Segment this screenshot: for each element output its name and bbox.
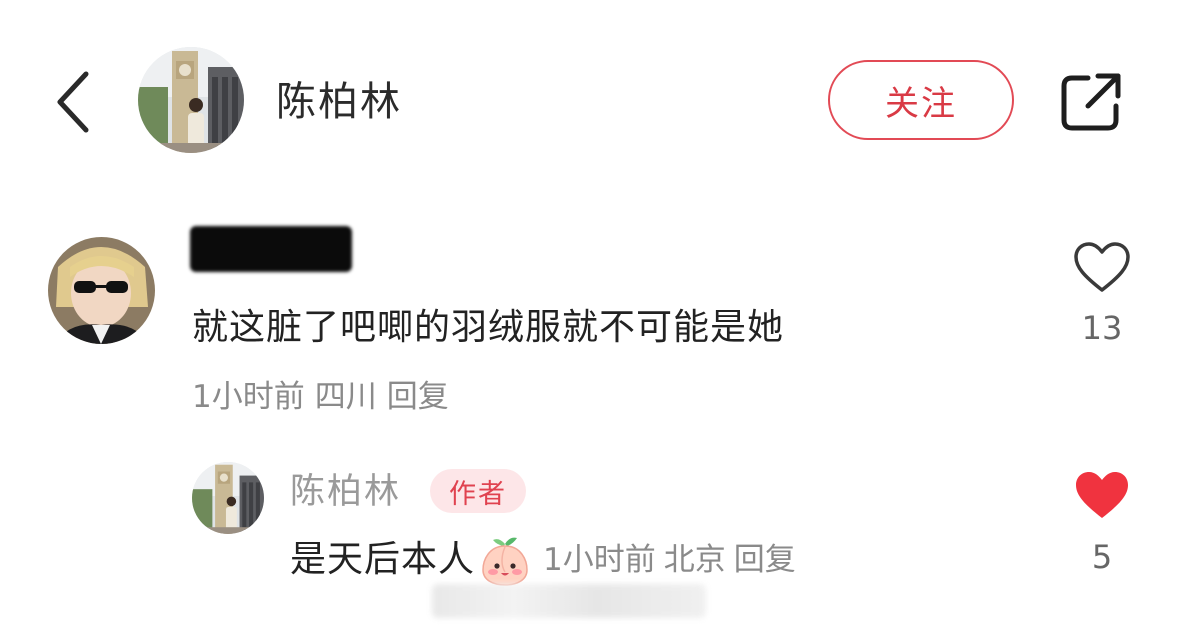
- reply-location: 北京: [663, 542, 726, 578]
- reply-meta: 1小时前 北京 回复: [543, 542, 804, 578]
- comment-meta: 1小时前 四川 回复: [192, 375, 459, 419]
- heart-filled-icon: [1076, 472, 1128, 518]
- reply-body: 是天后本人 1小时前 北京 回复: [290, 532, 804, 588]
- heart-outline-icon: [1074, 242, 1130, 292]
- smiling-peach-emoji-icon: [477, 532, 533, 588]
- blurred-content: [432, 584, 706, 618]
- comment-reply-button[interactable]: 回复: [387, 379, 449, 415]
- follow-button[interactable]: 关注: [828, 60, 1014, 140]
- reply-like-button[interactable]: [1072, 468, 1132, 522]
- reply-like-count: 5: [1091, 538, 1113, 576]
- comment-time: 1小时前: [192, 379, 305, 415]
- comment-location: 四川: [314, 379, 377, 415]
- share-icon: [1061, 73, 1121, 131]
- reply-author-avatar[interactable]: [192, 462, 264, 534]
- reply-text: 是天后本人: [290, 539, 476, 580]
- redacted-username: [190, 226, 352, 272]
- back-button[interactable]: [48, 66, 104, 138]
- share-button[interactable]: [1058, 70, 1126, 134]
- reply-reply-button[interactable]: 回复: [734, 542, 796, 578]
- reply-author-name[interactable]: 陈柏林: [290, 470, 401, 514]
- comment-like-button[interactable]: [1072, 240, 1132, 294]
- comment-like-count: 13: [1081, 309, 1123, 347]
- reply-time: 1小时前: [543, 542, 656, 578]
- comment-text: 就这脏了吧唧的羽绒服就不可能是她: [192, 307, 785, 348]
- commenter-avatar[interactable]: [48, 237, 155, 344]
- chevron-left-icon: [57, 71, 89, 133]
- author-badge: 作者: [430, 469, 526, 513]
- author-name[interactable]: 陈柏林: [276, 76, 402, 128]
- author-avatar[interactable]: [138, 47, 244, 153]
